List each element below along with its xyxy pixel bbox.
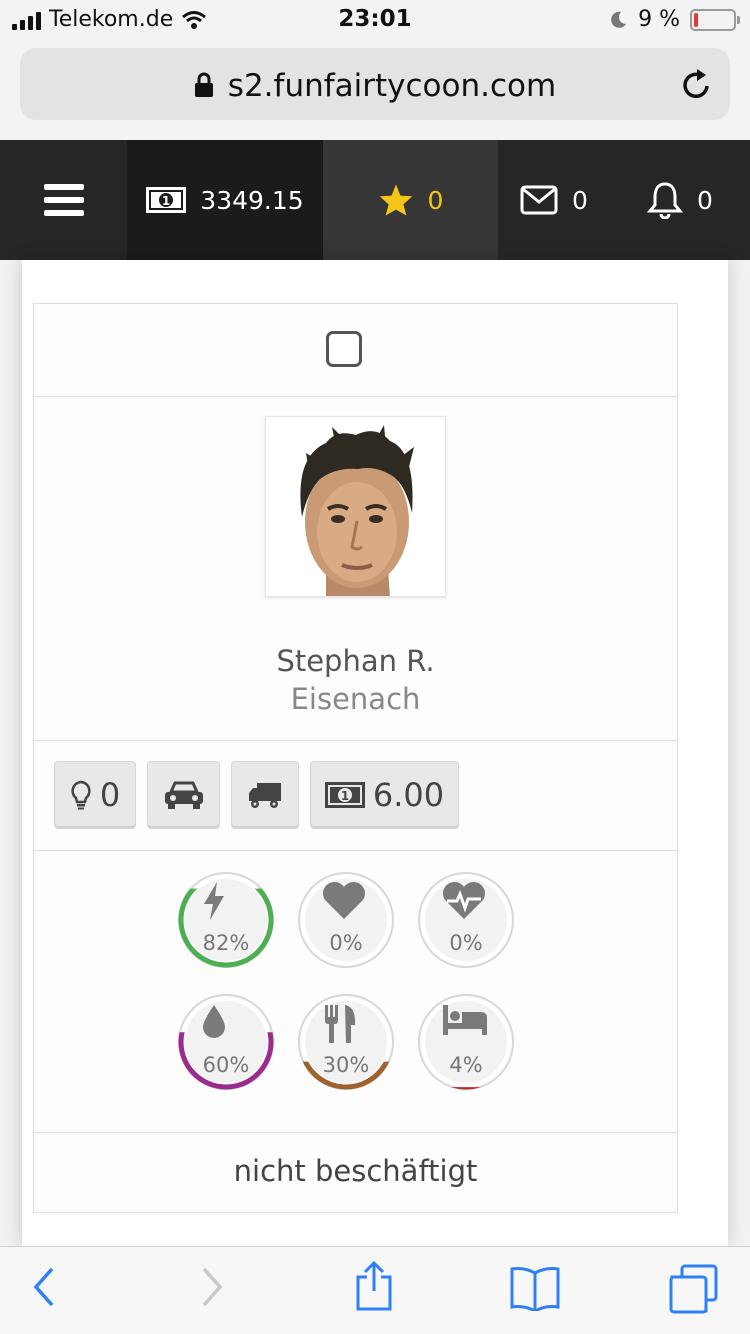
stars-value: 0 <box>427 185 444 215</box>
fork-knife-icon <box>321 1003 371 1049</box>
sleep-value: 4% <box>449 1053 483 1077</box>
back-icon[interactable] <box>30 1265 58 1309</box>
car-chip[interactable] <box>147 761 220 829</box>
employee-card: Stephan R. Eisenach 0 1 6.00 82% 0% 0% 6… <box>33 303 678 1213</box>
lock-icon <box>194 72 213 97</box>
browser-toolbar <box>0 1246 750 1334</box>
happiness-value: 0% <box>329 931 363 955</box>
star-icon <box>379 184 412 216</box>
employee-city: Eisenach <box>290 682 421 716</box>
messages-display[interactable]: 0 <box>498 140 610 260</box>
wage-chip[interactable]: 1 6.00 <box>310 761 459 829</box>
money-value: 3349.15 <box>200 185 304 215</box>
bookmarks-icon[interactable] <box>508 1265 562 1311</box>
money-display[interactable]: 1 3349.15 <box>127 140 323 260</box>
banknote-icon: 1 <box>146 187 187 213</box>
wage-value: 6.00 <box>372 776 445 814</box>
hunger-value: 30% <box>322 1053 370 1077</box>
forward-icon[interactable] <box>198 1265 226 1309</box>
avatar <box>265 416 446 597</box>
hunger-gauge: 30% <box>297 993 395 1091</box>
menu-button[interactable] <box>0 140 127 260</box>
truck-icon <box>249 783 281 808</box>
avatar-face-icon <box>266 417 445 596</box>
heart-icon <box>321 881 371 927</box>
browser-url-area: s2.funfairtycoon.com <box>0 42 750 140</box>
game-header: 1 3349.15 0 0 0 <box>0 140 750 260</box>
svg-text:1: 1 <box>341 789 349 803</box>
select-checkbox[interactable] <box>326 331 362 367</box>
banknote-icon: 1 <box>324 782 365 808</box>
envelope-icon <box>520 185 558 215</box>
notifications-display[interactable]: 0 <box>610 140 750 260</box>
ideas-chip[interactable]: 0 <box>54 761 136 829</box>
notifications-value: 0 <box>697 185 713 215</box>
reload-icon[interactable] <box>680 66 714 102</box>
thirst-value: 60% <box>202 1053 250 1077</box>
tabs-icon[interactable] <box>668 1263 720 1315</box>
select-row <box>34 304 677 397</box>
moon-icon <box>611 11 627 28</box>
heartbeat-icon <box>441 881 491 927</box>
svg-text:1: 1 <box>162 194 170 208</box>
sleep-gauge: 4% <box>417 993 515 1091</box>
status-section <box>34 1133 677 1213</box>
stat-gauges: 82% 0% 0% 60% 30% 4% <box>34 871 677 1131</box>
hamburger-icon <box>43 184 84 216</box>
truck-chip[interactable] <box>231 761 299 829</box>
water-drop-icon <box>201 1003 251 1049</box>
status-right: 9 % <box>608 7 740 32</box>
energy-gauge: 82% <box>177 871 275 969</box>
lightbulb-icon <box>71 780 91 810</box>
battery-percent: 9 % <box>638 7 680 32</box>
ideas-value: 0 <box>99 776 121 814</box>
url-display[interactable]: s2.funfairtycoon.com <box>20 68 730 104</box>
car-icon <box>164 781 203 809</box>
attribute-chips: 0 1 6.00 <box>54 761 459 829</box>
thirst-gauge: 60% <box>177 993 275 1091</box>
messages-value: 0 <box>572 185 588 215</box>
energy-icon <box>201 881 251 927</box>
address-bar[interactable]: s2.funfairtycoon.com <box>20 48 730 120</box>
stars-display[interactable]: 0 <box>323 140 498 260</box>
bed-icon <box>441 1003 491 1049</box>
url-text: s2.funfairtycoon.com <box>227 68 557 104</box>
happiness-gauge: 0% <box>297 871 395 969</box>
share-icon[interactable] <box>354 1261 394 1311</box>
ios-status-bar: Telekom.de 23:01 9 % <box>0 0 750 42</box>
energy-value: 82% <box>202 931 250 955</box>
employee-name[interactable]: Stephan R. <box>34 644 677 678</box>
health-value: 0% <box>449 931 483 955</box>
bell-icon <box>647 182 684 219</box>
health-gauge: 0% <box>417 871 515 969</box>
battery-icon <box>690 8 740 31</box>
